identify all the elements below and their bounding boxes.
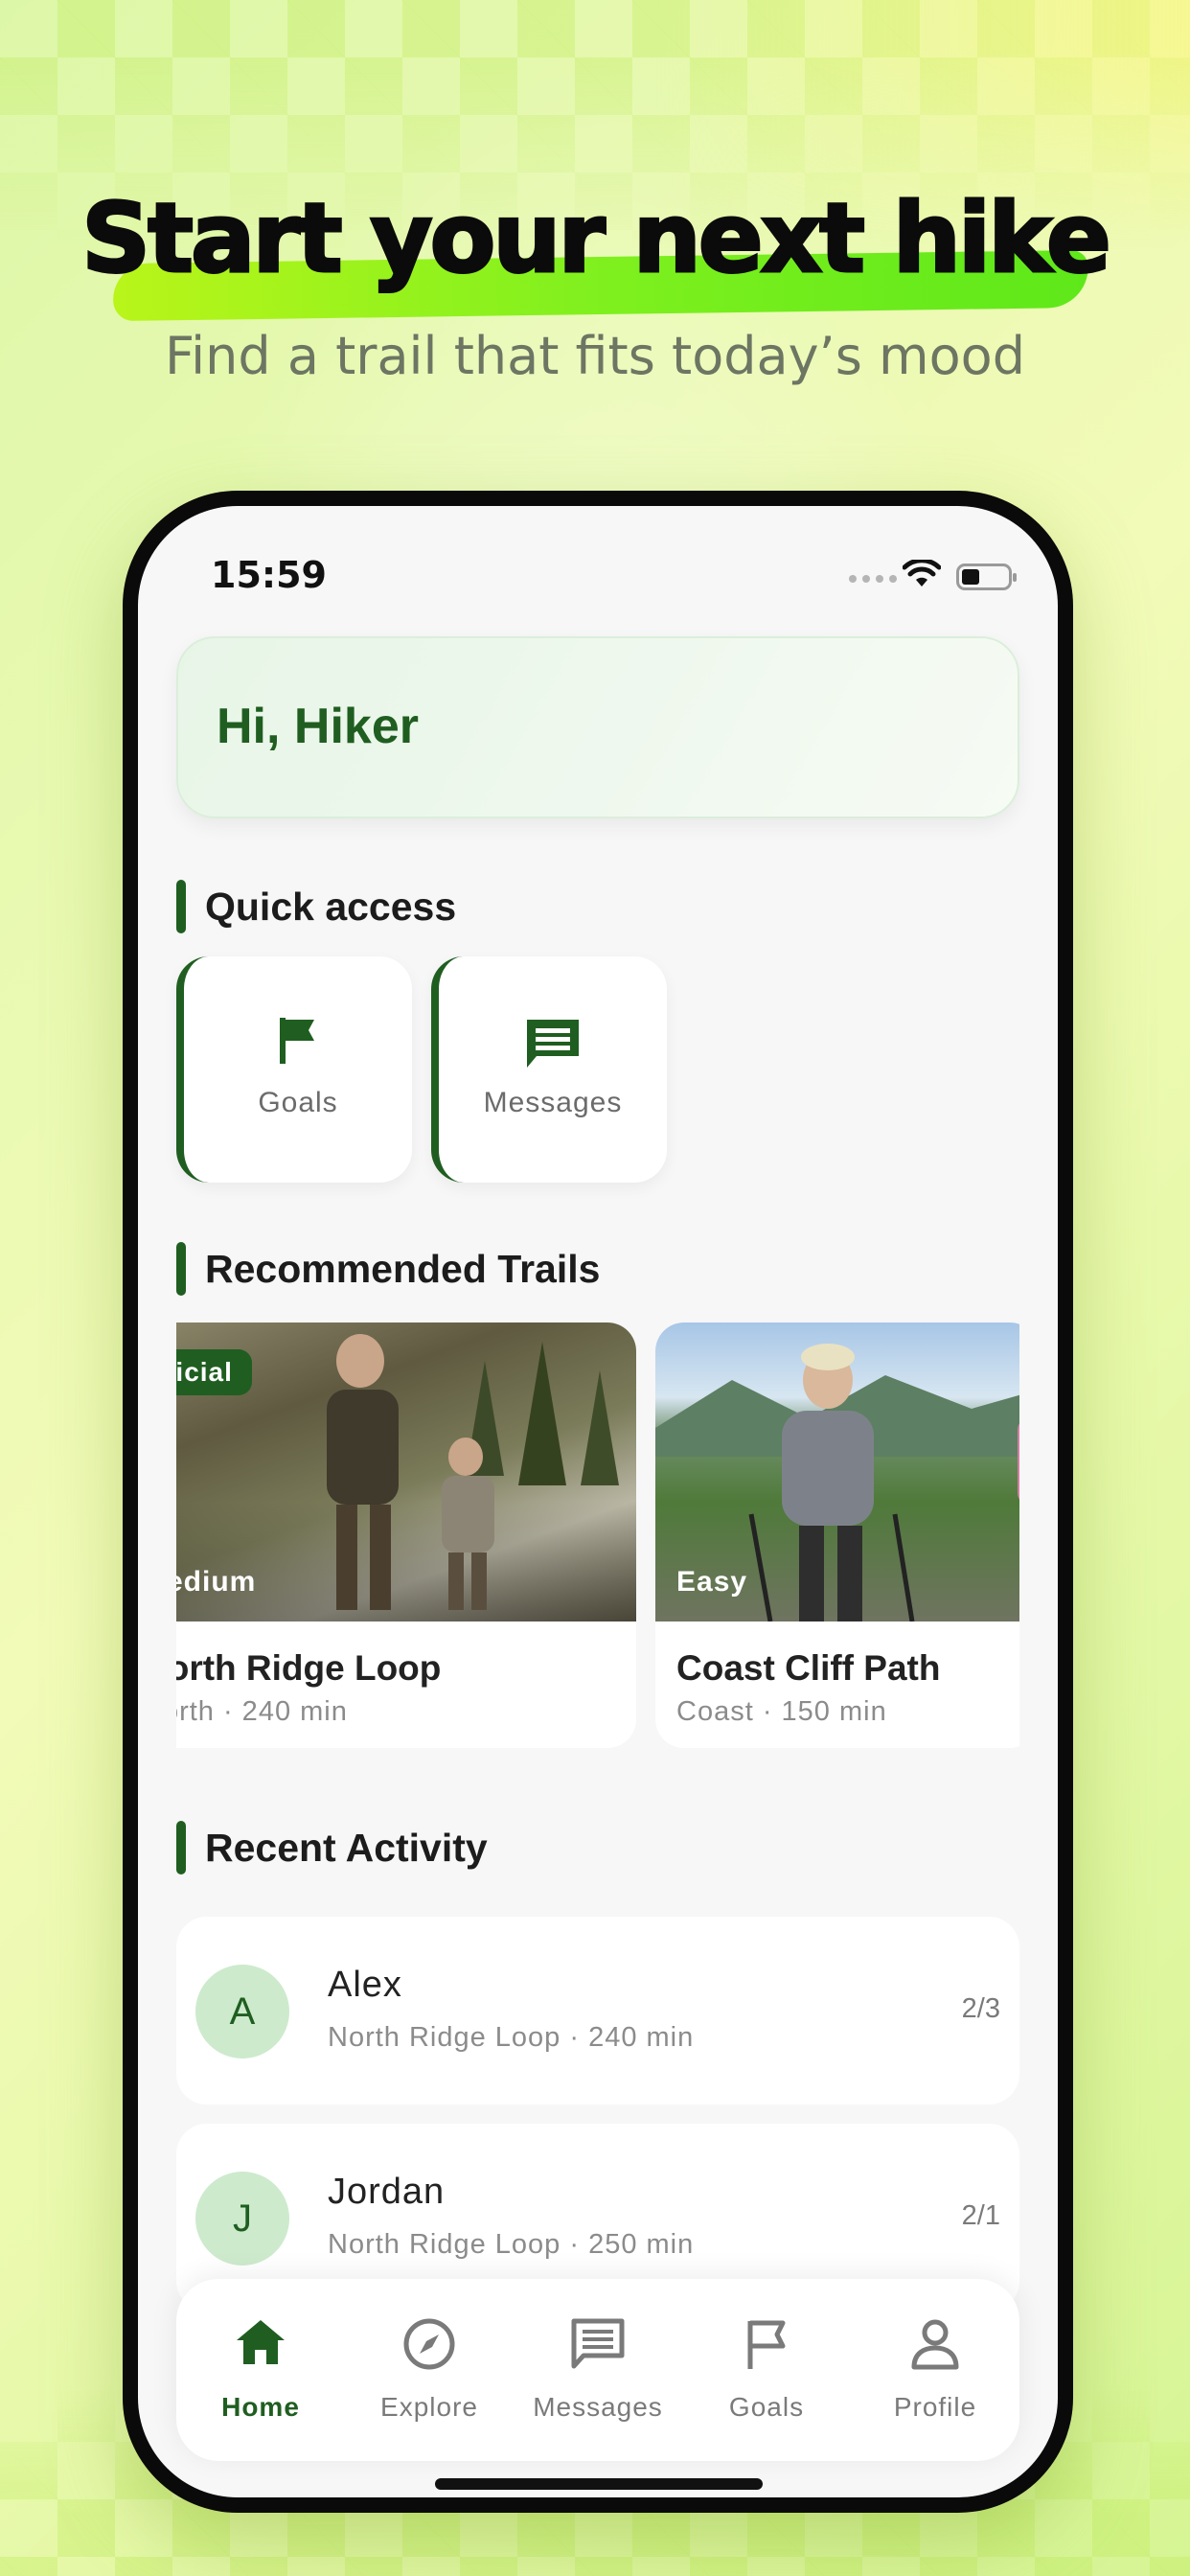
tab-explore[interactable]: Explore — [345, 2279, 514, 2461]
trail-meta: Coast · 150 min — [676, 1696, 887, 1727]
trail-name: North Ridge Loop — [176, 1648, 442, 1688]
wifi-icon — [903, 560, 941, 586]
tab-profile[interactable]: Profile — [851, 2279, 1019, 2461]
status-time: 15:59 — [211, 554, 327, 596]
difficulty-label: Easy — [676, 1566, 748, 1598]
official-badge: Official — [176, 1349, 252, 1395]
quick-access-label: Goals — [258, 1087, 338, 1118]
tab-label: Profile — [893, 2392, 977, 2422]
quick-access-title: Quick access — [176, 880, 456, 933]
promo-headline: Start your next hike — [0, 181, 1190, 322]
activity-count: 2/1 — [961, 2200, 1000, 2231]
tab-label: Home — [221, 2392, 300, 2422]
tab-messages[interactable]: Messages — [514, 2279, 682, 2461]
tab-label: Explore — [380, 2392, 478, 2422]
phone-frame: 15:59 Hi, Hiker Quick access Goals Messa… — [123, 491, 1073, 2513]
trail-card-north-ridge[interactable]: Official Medium North Ridge Loop North ·… — [176, 1322, 636, 1748]
app-screen: 15:59 Hi, Hiker Quick access Goals Messa… — [138, 506, 1058, 2497]
trail-carousel[interactable]: Official Medium North Ridge Loop North ·… — [176, 1322, 1019, 1748]
greeting-text: Hi, Hiker — [217, 699, 419, 754]
flag-icon — [747, 2320, 786, 2369]
activity-user-name: Alex — [328, 1965, 402, 2005]
tab-label: Messages — [533, 2392, 663, 2422]
difficulty-label: Medium — [176, 1566, 257, 1598]
quick-access-goals[interactable]: Goals — [176, 956, 412, 1183]
avatar: J — [195, 2172, 289, 2266]
tab-goals[interactable]: Goals — [682, 2279, 851, 2461]
tab-label: Goals — [728, 2392, 805, 2422]
bottom-tab-bar: Home Explore Messages Goals Profile — [176, 2279, 1019, 2461]
home-indicator[interactable] — [435, 2478, 763, 2490]
quick-access-messages[interactable]: Messages — [431, 956, 667, 1183]
greeting-card: Hi, Hiker — [176, 636, 1019, 818]
status-bar: 15:59 — [138, 554, 1058, 602]
home-icon — [237, 2320, 285, 2364]
message-icon — [527, 1020, 579, 1068]
activity-detail: North Ridge Loop · 240 min — [328, 2022, 695, 2053]
promo-subtitle: Find a trail that fits today’s mood — [165, 326, 1025, 386]
flag-icon — [280, 1018, 314, 1064]
trail-name: Coast Cliff Path — [676, 1648, 941, 1688]
message-icon — [571, 2318, 625, 2369]
activity-detail: North Ridge Loop · 250 min — [328, 2229, 695, 2260]
signal-dots-icon — [849, 575, 897, 583]
quick-access-label: Messages — [483, 1087, 623, 1118]
avatar: A — [195, 1965, 289, 2058]
trail-card-coast-cliff[interactable]: Easy Coast Cliff Path Coast · 150 min — [655, 1322, 1019, 1748]
trail-meta: North · 240 min — [176, 1696, 348, 1727]
compass-icon — [403, 2318, 455, 2370]
tab-home[interactable]: Home — [176, 2279, 345, 2461]
recent-activity-title: Recent Activity — [176, 1821, 488, 1874]
activity-user-name: Jordan — [328, 2172, 446, 2212]
battery-icon — [956, 564, 1017, 590]
recommended-title: Recommended Trails — [176, 1242, 600, 1296]
headline-text: Start your next hike — [80, 181, 1113, 296]
activity-count: 2/3 — [961, 1993, 1000, 2024]
activity-item[interactable]: A Alex North Ridge Loop · 240 min 2/3 — [176, 1917, 1019, 2104]
person-icon — [911, 2319, 959, 2370]
